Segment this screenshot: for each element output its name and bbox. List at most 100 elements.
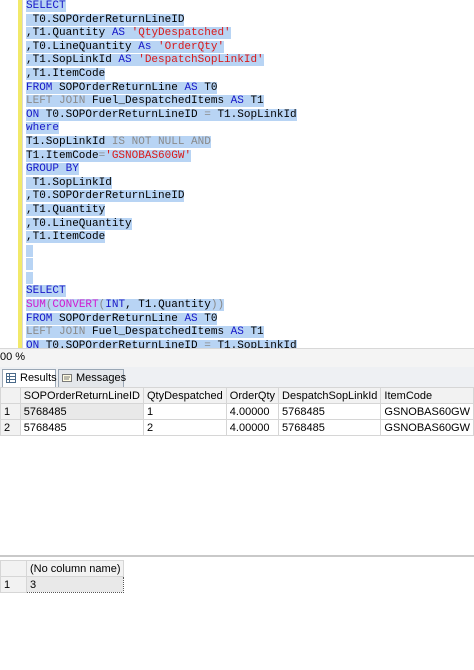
- row-number[interactable]: 2: [0, 419, 21, 436]
- results-grid-1[interactable]: SOPOrderReturnLineID QtyDespatched Order…: [0, 387, 474, 436]
- code-line[interactable]: SELECT: [26, 285, 297, 299]
- code-token: 'QtyDespatched': [131, 27, 231, 40]
- selected-code: FROM SOPOrderReturnLine AS T0: [26, 312, 218, 325]
- grid-cell[interactable]: 5768485: [19, 419, 144, 436]
- code-token: ON: [26, 339, 40, 348]
- code-line[interactable]: GROUP BY: [26, 163, 297, 177]
- grid-cell[interactable]: 3: [25, 576, 125, 593]
- grid-cell[interactable]: 2: [142, 419, 227, 436]
- code-token: T0.SOPOrderReturnLineID: [39, 108, 205, 121]
- results-splitter[interactable]: [0, 555, 474, 557]
- code-line[interactable]: FROM SOPOrderReturnLine AS T0: [26, 81, 297, 96]
- code-line[interactable]: ON T0.SOPOrderReturnLineID = T1.SopLinkI…: [26, 108, 297, 123]
- code-line[interactable]: T1.ItemCode='GSNOBAS60GW': [26, 149, 297, 164]
- column-header[interactable]: OrderQty: [225, 387, 280, 404]
- tab-messages-label: Messages: [76, 372, 127, 384]
- code-line[interactable]: ,T1.Quantity AS 'QtyDespatched': [26, 27, 297, 41]
- code-line[interactable]: [26, 244, 297, 259]
- selected-code: ON T0.SOPOrderReturnLineID = T1.SopLinkI…: [26, 108, 297, 121]
- code-token: T1.ItemCode: [26, 149, 99, 162]
- code-line[interactable]: FROM SOPOrderReturnLine AS T0: [26, 312, 297, 327]
- code-line[interactable]: where: [26, 122, 297, 136]
- grid-cell[interactable]: 1: [142, 403, 227, 420]
- code-token: AS: [184, 312, 198, 325]
- tab-results-label: Results: [20, 372, 57, 384]
- code-line[interactable]: [26, 258, 297, 272]
- row-number[interactable]: 1: [0, 576, 27, 593]
- code-token: Fuel_DespatchedItems: [85, 326, 231, 339]
- sql-editor[interactable]: SELECT T0.SOPOrderReturnLineID ,T1.Quanti…: [0, 0, 474, 348]
- code-token: 'OrderQty': [158, 40, 225, 53]
- code-line[interactable]: ,T1.ItemCode: [26, 231, 297, 245]
- code-line[interactable]: ,T0.LineQuantity As 'OrderQty': [26, 40, 297, 55]
- code-token: SOPOrderReturnLine: [52, 312, 185, 325]
- code-token: ,T1.ItemCode: [26, 231, 106, 244]
- grid-cell[interactable]: 4.00000: [225, 403, 280, 420]
- grid-corner[interactable]: [0, 560, 27, 577]
- column-header[interactable]: (No column name): [25, 560, 125, 577]
- code-area[interactable]: SELECT T0.SOPOrderReturnLineID ,T1.Quanti…: [26, 0, 297, 348]
- table-row[interactable]: 1 5768485 1 4.00000 5768485 GSNOBAS60GW: [0, 403, 474, 420]
- grid-cell[interactable]: 4.00000: [225, 419, 280, 436]
- code-line[interactable]: T1.SopLinkId IS NOT NULL AND: [26, 135, 297, 150]
- column-header[interactable]: DespatchSopLinkId: [278, 387, 382, 404]
- grid-cell[interactable]: GSNOBAS60GW: [380, 403, 474, 420]
- grid-cell[interactable]: GSNOBAS60GW: [380, 419, 474, 436]
- code-token: =: [204, 108, 211, 121]
- code-token: GROUP BY: [26, 163, 79, 176]
- grid-cell[interactable]: 5768485: [278, 403, 382, 420]
- selected-code: ,T0.LineQuantity: [26, 217, 132, 230]
- code-line[interactable]: LEFT JOIN Fuel_DespatchedItems AS T1: [26, 326, 297, 340]
- code-line[interactable]: ,T1.Quantity: [26, 203, 297, 218]
- code-line[interactable]: T0.SOPOrderReturnLineID: [26, 13, 297, 28]
- row-number[interactable]: 1: [0, 403, 21, 420]
- grid-header-row: (No column name): [0, 560, 125, 577]
- zoom-level[interactable]: 00 %: [0, 351, 25, 363]
- code-token: T1.SopLinkId: [210, 339, 297, 348]
- grid-cell[interactable]: 5768485: [278, 419, 382, 436]
- selected-code: SELECT: [26, 285, 66, 298]
- code-line[interactable]: SELECT: [26, 0, 297, 14]
- code-line[interactable]: ,T0.LineQuantity: [26, 217, 297, 232]
- code-token: T0.SOPOrderReturnLineID: [39, 339, 205, 348]
- selected-code: SELECT: [26, 0, 66, 12]
- code-token: T1: [243, 95, 264, 108]
- code-token: LEFT JOIN: [26, 326, 86, 339]
- code-line[interactable]: ,T1.ItemCode: [26, 67, 297, 82]
- code-line[interactable]: SUM(CONVERT(INT, T1.Quantity)): [26, 299, 297, 313]
- column-header[interactable]: QtyDespatched: [142, 387, 227, 404]
- selected-code: T1.ItemCode='GSNOBAS60GW': [26, 149, 192, 162]
- code-token: ,T1.Quantity: [26, 27, 112, 40]
- code-token: SELECT: [26, 0, 66, 12]
- selected-code: ,T0.LineQuantity As 'OrderQty': [26, 40, 225, 53]
- code-line[interactable]: ,T1.SopLinkId AS 'DespatchSopLinkId': [26, 54, 297, 68]
- column-header[interactable]: ItemCode: [380, 387, 474, 404]
- table-row[interactable]: 1 3: [0, 576, 125, 593]
- code-line[interactable]: ,T0.SOPOrderReturnLineID: [26, 190, 297, 204]
- code-line[interactable]: T1.SopLinkId: [26, 176, 297, 191]
- code-token: T1.SopLinkId: [210, 108, 297, 121]
- tab-messages[interactable]: Messages: [58, 369, 127, 387]
- code-token: ON: [26, 108, 40, 121]
- selected-code: T0.SOPOrderReturnLineID: [26, 13, 185, 26]
- tab-results[interactable]: Results: [2, 369, 57, 387]
- grid-cell[interactable]: 5768485: [19, 403, 144, 420]
- code-line[interactable]: LEFT JOIN Fuel_DespatchedItems AS T1: [26, 95, 297, 109]
- code-token: T0: [197, 312, 218, 325]
- code-token: AS: [230, 95, 244, 108]
- selected-code: FROM SOPOrderReturnLine AS T0: [26, 81, 218, 94]
- column-header[interactable]: SOPOrderReturnLineID: [19, 387, 144, 404]
- table-row[interactable]: 2 5768485 2 4.00000 5768485 GSNOBAS60GW: [0, 419, 474, 436]
- code-token: As: [138, 40, 152, 53]
- code-line[interactable]: ON T0.SOPOrderReturnLineID = T1.SopLinkI…: [26, 339, 297, 348]
- editor-gutter: [0, 0, 18, 348]
- code-line[interactable]: [26, 271, 297, 286]
- grid-corner[interactable]: [0, 387, 21, 404]
- code-token: T1: [243, 326, 264, 339]
- results-grid-2[interactable]: (No column name) 1 3: [0, 560, 125, 593]
- selected-code: [26, 258, 33, 271]
